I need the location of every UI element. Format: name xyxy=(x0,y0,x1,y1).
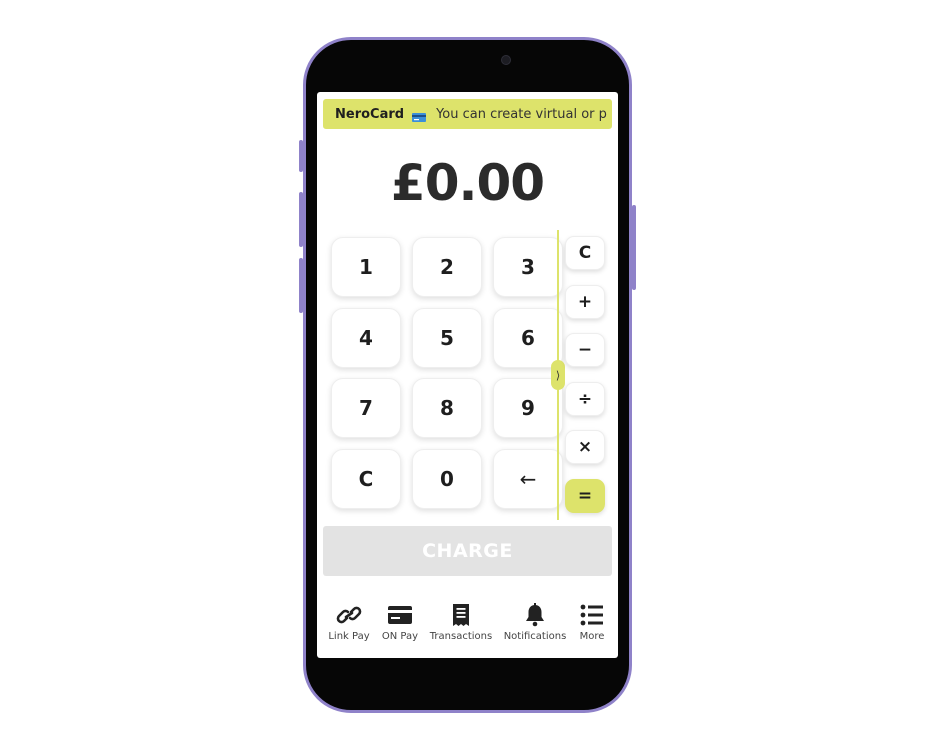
op-equals-button[interactable]: = xyxy=(565,479,605,513)
card-icon xyxy=(379,602,421,628)
nav-item-on-pay[interactable]: ON Pay xyxy=(379,602,421,642)
key-5[interactable]: 5 xyxy=(412,308,482,368)
list-icon xyxy=(575,602,609,628)
op-clear-button[interactable]: C xyxy=(565,236,605,270)
key-3[interactable]: 3 xyxy=(493,237,563,297)
phone-side-button xyxy=(299,140,303,172)
key-0[interactable]: 0 xyxy=(412,449,482,509)
panel-toggle-handle[interactable]: ⟩ xyxy=(551,360,565,390)
nav-item-notifications[interactable]: Notifications xyxy=(503,602,567,642)
nav-label-notifications: Notifications xyxy=(503,631,567,642)
front-camera xyxy=(501,55,511,65)
key-7[interactable]: 7 xyxy=(331,378,401,438)
nav-label-on-pay: ON Pay xyxy=(381,631,419,642)
phone-volume-up xyxy=(299,192,303,247)
amount-display: £0.00 xyxy=(390,154,545,212)
key-clear[interactable]: C xyxy=(331,449,401,509)
key-8[interactable]: 8 xyxy=(412,378,482,438)
nav-item-more[interactable]: More xyxy=(575,602,609,642)
bell-icon xyxy=(503,602,567,628)
nav-item-transactions[interactable]: Transactions xyxy=(429,602,493,642)
banner-brand: NeroCard xyxy=(335,106,405,122)
key-backspace[interactable]: ← xyxy=(493,449,563,509)
credit-card-icon xyxy=(412,111,427,122)
op-divide-button[interactable]: ÷ xyxy=(565,382,605,416)
charge-button[interactable]: CHARGE xyxy=(323,526,612,576)
key-4[interactable]: 4 xyxy=(331,308,401,368)
op-minus-button[interactable]: − xyxy=(565,333,605,367)
key-6[interactable]: 6 xyxy=(493,308,563,368)
app-screen: NeroCard You can create virtual or p £0.… xyxy=(317,92,618,658)
nav-label-more: More xyxy=(579,631,605,642)
phone-power-button xyxy=(632,205,636,290)
banner-marquee-text: You can create virtual or p xyxy=(436,106,607,122)
receipt-icon xyxy=(429,602,493,628)
bottom-nav: Link Pay ON Pay Transactions Notificatio… xyxy=(317,602,618,658)
promo-banner[interactable]: NeroCard You can create virtual or p xyxy=(323,99,612,129)
link-icon xyxy=(327,602,371,628)
nav-item-link-pay[interactable]: Link Pay xyxy=(327,602,371,642)
op-multiply-button[interactable]: × xyxy=(565,430,605,464)
key-1[interactable]: 1 xyxy=(331,237,401,297)
op-plus-button[interactable]: + xyxy=(565,285,605,319)
nav-label-transactions: Transactions xyxy=(429,631,493,642)
key-2[interactable]: 2 xyxy=(412,237,482,297)
phone-volume-down xyxy=(299,258,303,313)
nav-label-link-pay: Link Pay xyxy=(328,631,370,642)
